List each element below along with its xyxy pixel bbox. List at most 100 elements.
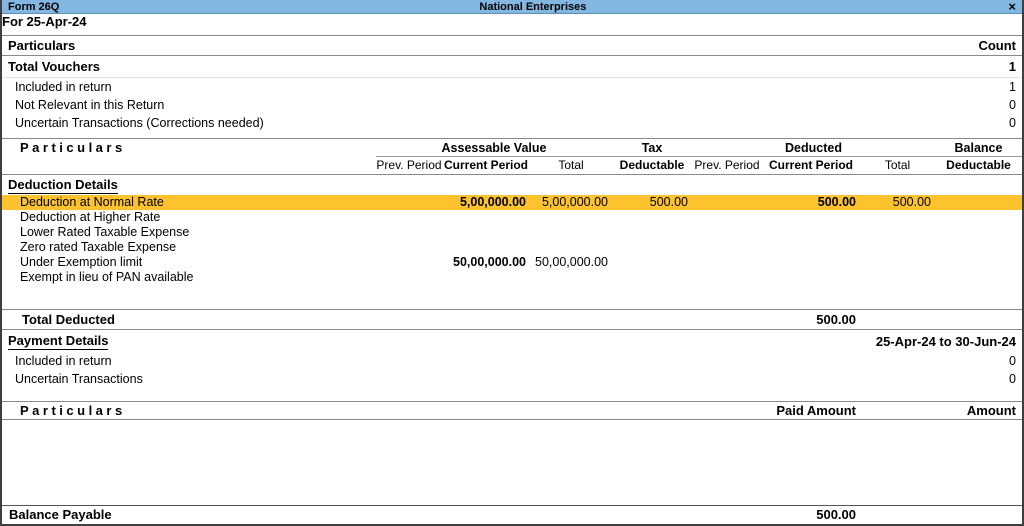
cell-balance bbox=[935, 225, 1022, 240]
assessable-prev-period-header: Prev. Period bbox=[376, 158, 442, 172]
cell-ded-total bbox=[860, 240, 935, 255]
cell-av-total bbox=[530, 225, 612, 240]
cell-ded-current bbox=[762, 210, 860, 225]
summary-row-not-relevant[interactable]: Not Relevant in this Return 0 bbox=[2, 96, 1022, 114]
form-title: Form 26Q bbox=[8, 0, 60, 13]
cell-balance bbox=[935, 270, 1022, 285]
cell-ded-prev bbox=[692, 225, 762, 240]
payment-period-range: 25-Apr-24 to 30-Jun-24 bbox=[875, 333, 1016, 349]
total-deducted-value: 500.00 bbox=[816, 312, 856, 327]
assessable-current-period-header: Current Period bbox=[443, 158, 528, 172]
particulars-column-header: Particulars bbox=[20, 403, 126, 418]
cell-av-current bbox=[442, 240, 530, 255]
cell-av-current: 5,00,000.00 bbox=[459, 195, 526, 209]
total-deducted-label: Total Deducted bbox=[22, 312, 115, 327]
assessable-value-group-header: Assessable Value bbox=[376, 139, 612, 157]
cell-av-current bbox=[442, 225, 530, 240]
cell-ded-current bbox=[762, 225, 860, 240]
paid-amount-column-header: Paid Amount bbox=[776, 403, 856, 418]
summary-row-included[interactable]: Included in return 1 bbox=[2, 78, 1022, 96]
cell-tax-deductable bbox=[612, 270, 692, 285]
close-icon[interactable]: × bbox=[1006, 0, 1018, 13]
row-label: Included in return bbox=[15, 80, 112, 94]
report-period: For 25-Apr-24 bbox=[2, 14, 1022, 36]
cell-av-prev bbox=[376, 210, 442, 225]
cell-balance bbox=[935, 255, 1022, 270]
deducted-total-header: Total bbox=[884, 158, 911, 172]
row-label: Uncertain Transactions bbox=[15, 372, 143, 386]
cell-ded-total bbox=[860, 210, 935, 225]
cell-av-prev bbox=[376, 195, 442, 210]
cell-ded-prev bbox=[692, 240, 762, 255]
particulars-column-header: Particulars bbox=[20, 140, 126, 155]
cell-av-total bbox=[530, 240, 612, 255]
cell-tax-deductable bbox=[612, 225, 692, 240]
balance-payable-value: 500.00 bbox=[816, 507, 856, 522]
total-vouchers-row[interactable]: Total Vouchers 1 bbox=[2, 56, 1022, 78]
table-row-exempt-pan[interactable]: Exempt in lieu of PAN available bbox=[2, 270, 1022, 285]
row-amount: 0 bbox=[1009, 372, 1016, 386]
deducted-group-header: Deducted bbox=[692, 139, 935, 157]
report-period-label: For 25-Apr-24 bbox=[2, 14, 87, 29]
cell-av-total: 50,00,000.00 bbox=[535, 255, 608, 269]
cell-tax-deductable bbox=[612, 255, 692, 270]
deduction-table-sub-header: Prev. Period Current Period Total Deduct… bbox=[2, 157, 1022, 175]
row-label: Not Relevant in this Return bbox=[15, 98, 165, 112]
table-row-lower-rated[interactable]: Lower Rated Taxable Expense bbox=[2, 225, 1022, 240]
row-label: Exempt in lieu of PAN available bbox=[20, 270, 194, 284]
cell-av-prev bbox=[376, 240, 442, 255]
voucher-summary-header: Particulars Count bbox=[2, 36, 1022, 56]
cell-av-current bbox=[442, 210, 530, 225]
cell-tax-deductable: 500.00 bbox=[649, 195, 688, 209]
cell-ded-prev bbox=[692, 270, 762, 285]
blank-space bbox=[2, 420, 1022, 505]
table-row-under-exemption[interactable]: Under Exemption limit 50,00,000.00 50,00… bbox=[2, 255, 1022, 270]
row-label: Deduction at Higher Rate bbox=[20, 210, 161, 224]
count-header: Count bbox=[978, 38, 1016, 53]
table-row-deduction-higher-rate[interactable]: Deduction at Higher Rate bbox=[2, 210, 1022, 225]
blank-space bbox=[2, 285, 1022, 309]
payment-row-uncertain[interactable]: Uncertain Transactions 0 bbox=[2, 370, 1022, 388]
payment-details-title: Payment Details bbox=[8, 332, 109, 350]
payment-details-title-row: Payment Details 25-Apr-24 to 30-Jun-24 bbox=[2, 330, 1022, 352]
amount-column-header: Amount bbox=[966, 403, 1016, 418]
cell-balance bbox=[935, 240, 1022, 255]
cell-tax-deductable bbox=[612, 210, 692, 225]
table-row-zero-rated[interactable]: Zero rated Taxable Expense bbox=[2, 240, 1022, 255]
row-label: Lower Rated Taxable Expense bbox=[20, 225, 190, 239]
tax-deductable-header: Deductable bbox=[619, 158, 685, 172]
cell-ded-current bbox=[762, 240, 860, 255]
table-row-deduction-normal-rate[interactable]: Deduction at Normal Rate 5,00,000.00 5,0… bbox=[2, 195, 1022, 210]
total-vouchers-count: 1 bbox=[1008, 59, 1016, 74]
cell-av-total: 5,00,000.00 bbox=[541, 195, 608, 209]
cell-av-current bbox=[442, 270, 530, 285]
row-label: Under Exemption limit bbox=[20, 255, 143, 269]
total-vouchers-label: Total Vouchers bbox=[8, 59, 100, 74]
row-label: Included in return bbox=[15, 354, 112, 368]
deducted-prev-period-header: Prev. Period bbox=[694, 158, 760, 172]
row-label: Uncertain Transactions (Corrections need… bbox=[15, 116, 264, 130]
cell-ded-total: 500.00 bbox=[892, 195, 931, 209]
particulars-header: Particulars bbox=[8, 38, 76, 53]
summary-row-uncertain[interactable]: Uncertain Transactions (Corrections need… bbox=[2, 114, 1022, 132]
cell-av-current: 50,00,000.00 bbox=[453, 255, 526, 269]
total-deducted-row[interactable]: Total Deducted 500.00 bbox=[2, 309, 1022, 330]
cell-ded-total bbox=[860, 255, 935, 270]
company-name: National Enterprises bbox=[479, 0, 587, 13]
row-count: 0 bbox=[1009, 98, 1016, 112]
deduction-table-group-header: Particulars Assessable Value Tax Deducte… bbox=[2, 138, 1022, 157]
cell-balance bbox=[935, 210, 1022, 225]
cell-av-prev bbox=[376, 255, 442, 270]
tax-group-header: Tax bbox=[612, 139, 692, 157]
row-label: Zero rated Taxable Expense bbox=[20, 240, 177, 254]
cell-tax-deductable bbox=[612, 240, 692, 255]
cell-ded-current bbox=[762, 270, 860, 285]
cell-av-prev bbox=[376, 270, 442, 285]
cell-ded-prev bbox=[692, 195, 762, 210]
balance-payable-row[interactable]: Balance Payable 500.00 bbox=[2, 505, 1022, 524]
cell-balance bbox=[935, 195, 1022, 210]
payment-row-included[interactable]: Included in return 0 bbox=[2, 352, 1022, 370]
cell-ded-total bbox=[860, 225, 935, 240]
balance-group-header: Balance bbox=[935, 139, 1022, 157]
